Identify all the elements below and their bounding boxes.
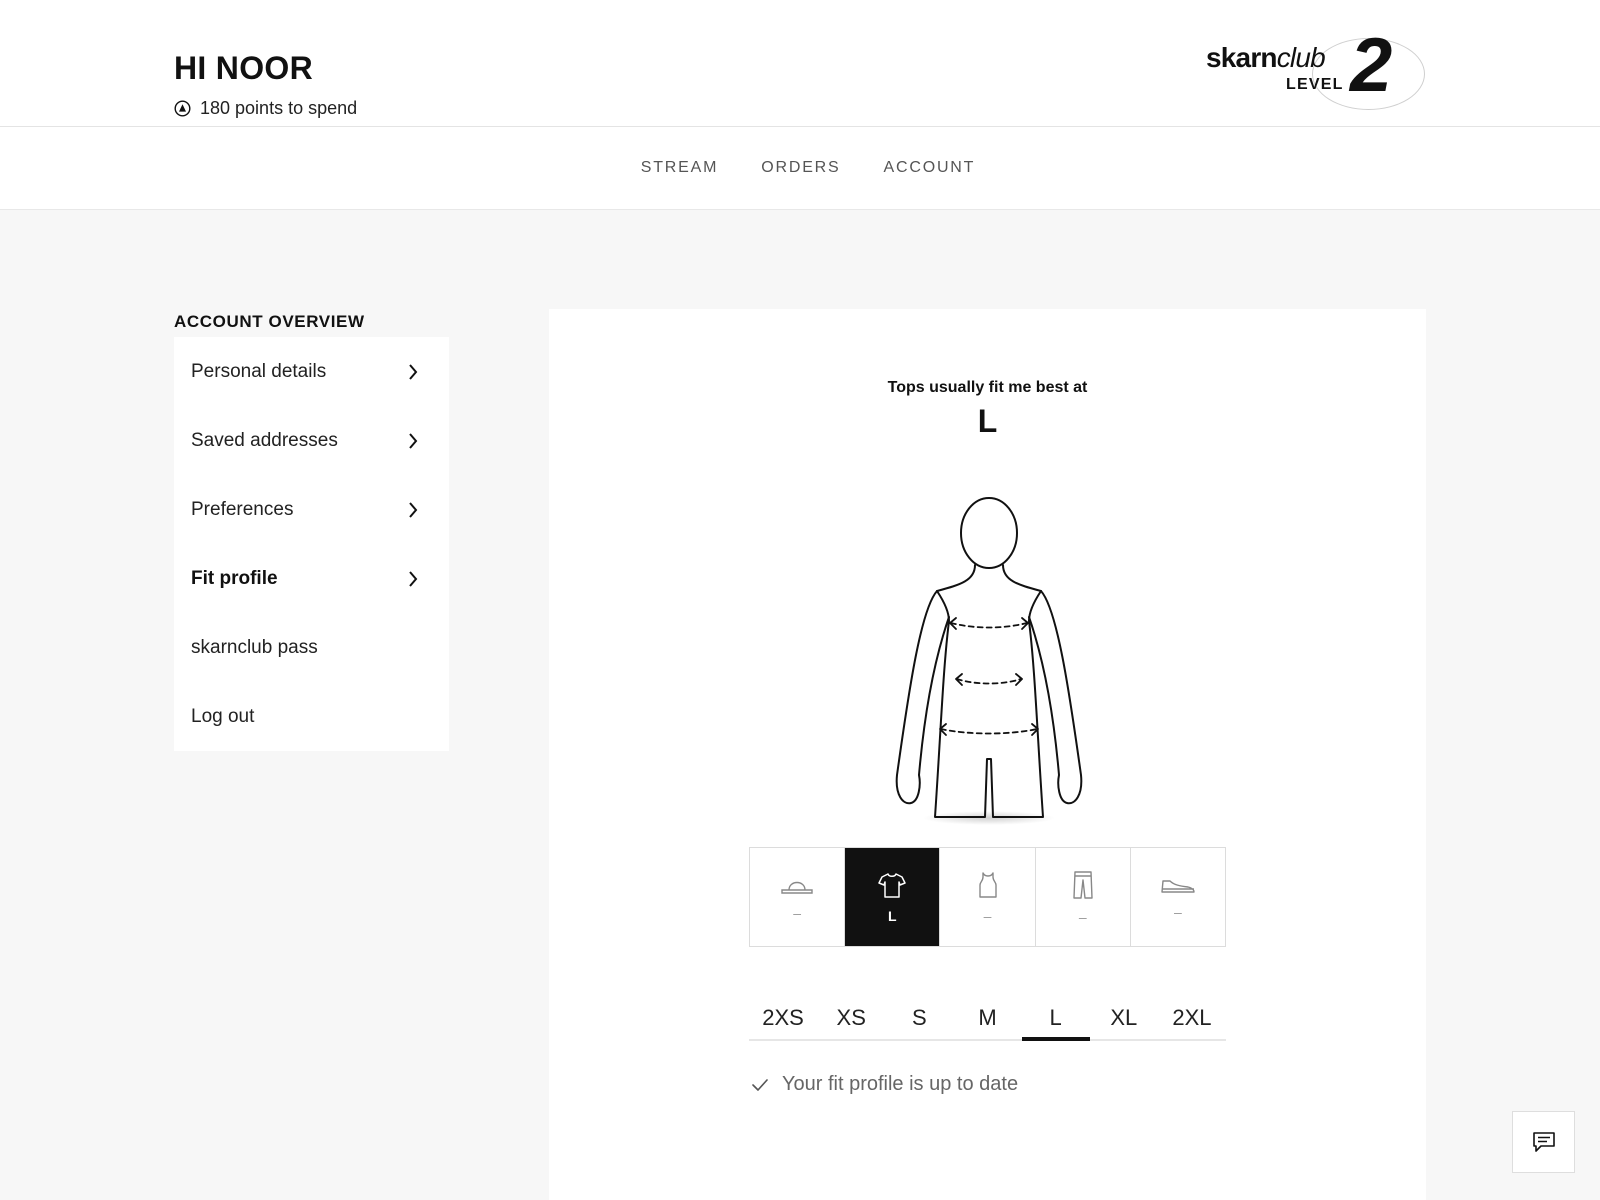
sidebar-item-label: Preferences	[191, 498, 294, 520]
club-brand: skarnclub	[1206, 42, 1326, 73]
category-value: –	[983, 907, 992, 924]
tshirt-icon	[878, 872, 907, 898]
garment-category-selector: – L – – –	[749, 847, 1226, 947]
points-text: 180 points to spend	[200, 98, 358, 118]
chevron-right-icon	[409, 363, 418, 380]
body-measurement-figure	[895, 497, 1083, 825]
checkmark-icon	[752, 1078, 768, 1091]
category-tanks[interactable]: –	[940, 848, 1036, 946]
size-option-2xs[interactable]: 2XS	[749, 989, 817, 1039]
fit-selected-size: L	[977, 403, 998, 439]
size-option-m[interactable]: M	[953, 989, 1021, 1039]
fit-title: Tops usually fit me best at	[887, 379, 1088, 396]
greeting-heading: HI NOOR	[174, 50, 313, 86]
level-number: 2	[1350, 23, 1393, 108]
sidebar-item-skarnclub-pass[interactable]: skarnclub pass	[174, 613, 449, 682]
category-value: –	[1078, 908, 1087, 925]
size-option-s[interactable]: S	[885, 989, 953, 1039]
size-option-xs[interactable]: XS	[817, 989, 885, 1039]
tank-top-icon	[978, 871, 997, 898]
size-option-l[interactable]: L	[1021, 989, 1090, 1041]
fit-status-text: Your fit profile is up to date	[782, 1073, 1019, 1095]
nav-item-orders[interactable]: ORDERS	[761, 159, 840, 177]
chevron-right-icon	[409, 501, 418, 518]
sidebar-item-label: Saved addresses	[191, 429, 338, 451]
main-nav: STREAM ORDERS ACCOUNT	[0, 127, 1600, 210]
fit-profile-panel: Tops usually fit me best at L – L – – – …	[549, 309, 1426, 1200]
chevron-right-icon	[409, 432, 418, 449]
sidebar-item-preferences[interactable]: Preferences	[174, 475, 449, 544]
arrow-up-circle-icon	[174, 100, 191, 117]
level-label: LEVEL	[1286, 76, 1344, 93]
sidebar-item-label: Fit profile	[191, 567, 278, 589]
category-shoes[interactable]: –	[1130, 848, 1226, 946]
size-selector: 2XS XS S M L XL 2XL	[749, 989, 1226, 1041]
size-option-2xl[interactable]: 2XL	[1158, 989, 1226, 1039]
sidebar-item-label: skarnclub pass	[191, 636, 318, 658]
sidebar-item-log-out[interactable]: Log out	[174, 682, 449, 751]
chat-button[interactable]	[1512, 1111, 1575, 1173]
category-value: –	[793, 904, 801, 921]
header: HI NOOR 180 points to spend skarnclub LE…	[0, 0, 1600, 127]
category-value: –	[1174, 903, 1182, 920]
nav-item-stream[interactable]: STREAM	[641, 159, 718, 177]
category-bottoms[interactable]: –	[1035, 848, 1131, 946]
size-option-xl[interactable]: XL	[1090, 989, 1158, 1039]
chevron-right-icon	[409, 570, 418, 587]
sidebar-item-label: Personal details	[191, 360, 327, 382]
category-tops[interactable]: L	[845, 848, 941, 946]
sidebar-title: ACCOUNT OVERVIEW	[174, 312, 365, 331]
sidebar-item-saved-addresses[interactable]: Saved addresses	[174, 406, 449, 475]
account-menu: Personal details Saved addresses Prefere…	[174, 337, 449, 751]
sidebar-item-personal-details[interactable]: Personal details	[174, 337, 449, 406]
club-level-badge[interactable]: skarnclub LEVEL 2	[1200, 28, 1430, 114]
sneaker-icon	[1161, 879, 1195, 893]
fit-status: Your fit profile is up to date	[751, 1073, 1018, 1096]
sidebar-item-fit-profile[interactable]: Fit profile	[174, 544, 449, 613]
points-balance: 180 points to spend	[174, 98, 357, 119]
hat-icon	[781, 881, 813, 894]
nav-item-account[interactable]: ACCOUNT	[884, 159, 976, 177]
trousers-icon	[1073, 870, 1093, 899]
category-hats[interactable]: –	[750, 848, 846, 946]
chat-icon	[1532, 1132, 1555, 1152]
category-value: L	[888, 907, 897, 924]
sidebar-item-label: Log out	[191, 705, 255, 727]
